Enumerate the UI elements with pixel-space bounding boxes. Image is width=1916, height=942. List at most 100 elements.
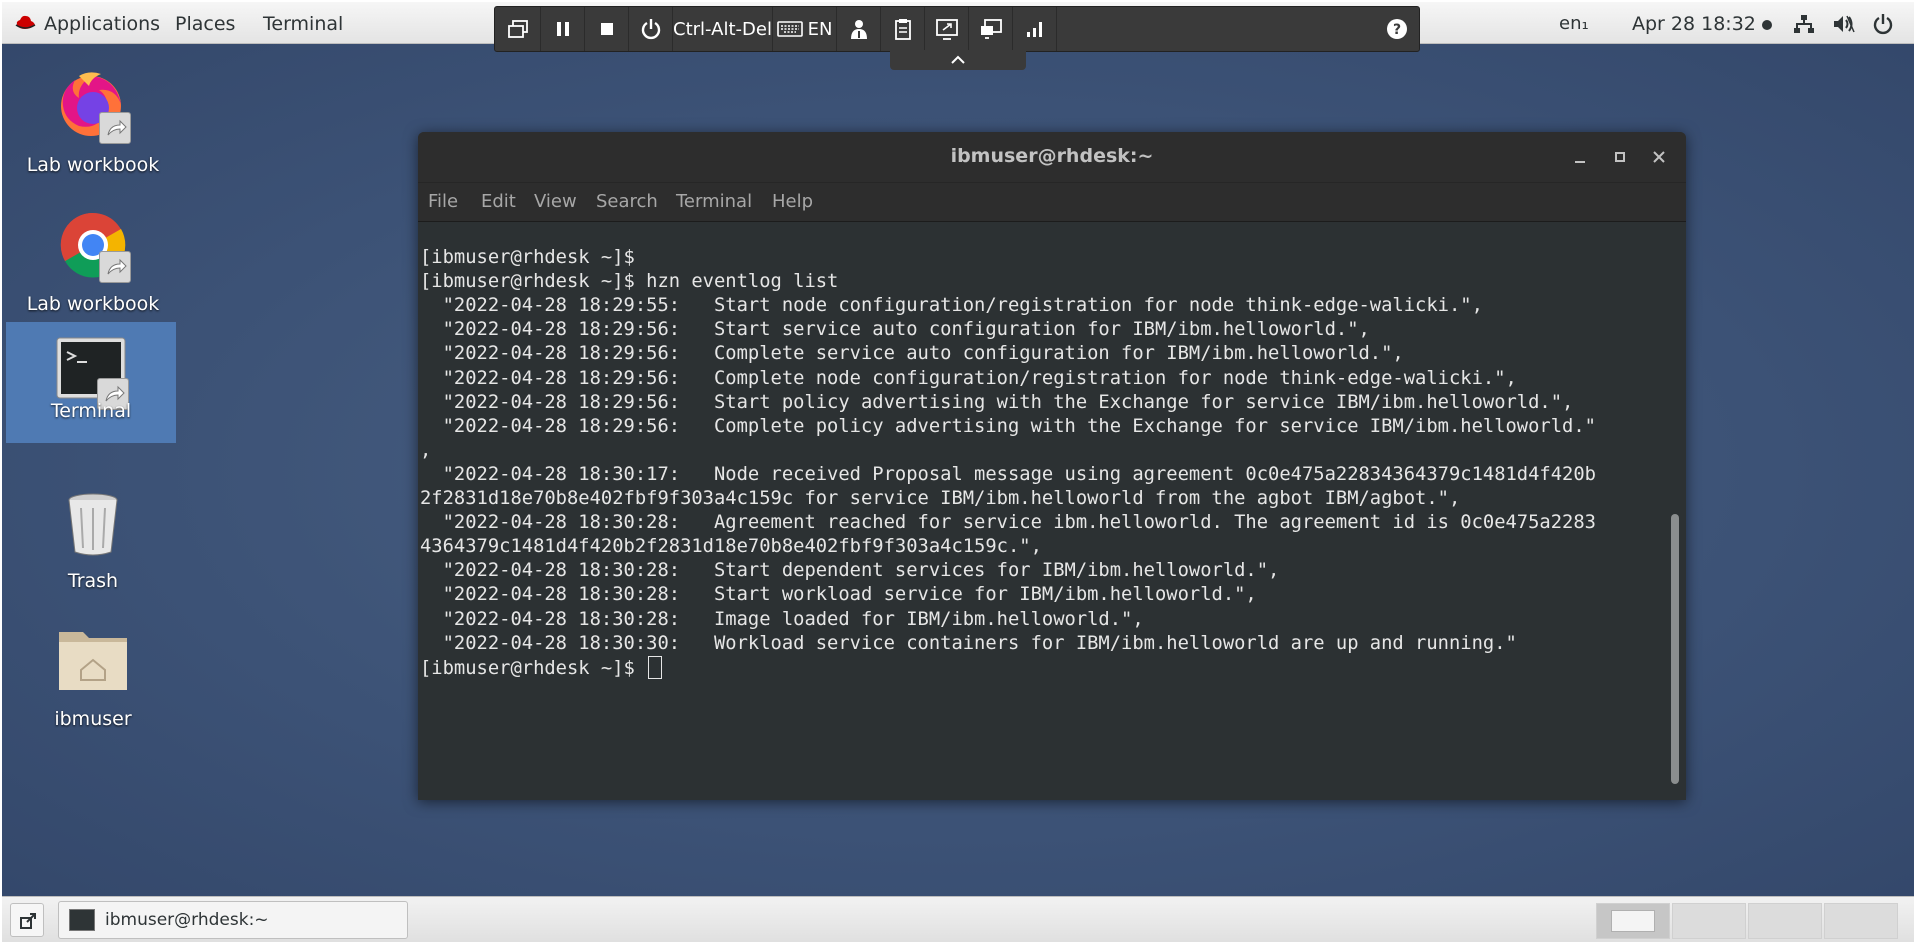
terminal-prompt: [ibmuser@rhdesk ~]$: [420, 657, 647, 679]
shortcut-badge-icon: [99, 251, 131, 283]
network-icon[interactable]: [1793, 13, 1815, 35]
power-icon: [641, 19, 660, 40]
terminal-line: "2022-04-28 18:30:17: Node received Prop…: [420, 463, 1596, 485]
terminal-line: "2022-04-28 18:29:56: Complete policy ad…: [420, 415, 1596, 437]
window-title: ibmuser@rhdesk:~: [950, 145, 1154, 167]
firefox-icon: [55, 68, 131, 144]
terminal-line: "2022-04-28 18:29:56: Start policy adver…: [420, 391, 1574, 413]
text-cursor: [648, 655, 663, 679]
terminal-menubar: File Edit View Search Terminal Help: [418, 182, 1686, 222]
menu-help[interactable]: Help: [772, 191, 813, 212]
pause-icon: [556, 22, 569, 36]
menu-view[interactable]: View: [534, 191, 577, 212]
trash-icon: [55, 484, 131, 560]
terminal-prompt-line[interactable]: [ibmuser@rhdesk ~]$: [420, 655, 1652, 681]
desktop-icon-label: ibmuser: [54, 708, 132, 730]
chrome-icon: [55, 207, 131, 283]
terminal-line: "2022-04-28 18:30:28: Start workload ser…: [420, 584, 1257, 606]
terminal-line: 2f2831d18e70b8e402fbf9f303a4c159c for se…: [420, 488, 1461, 510]
terminal-line: "2022-04-28 18:30:28: Image loaded for I…: [420, 608, 1144, 630]
vm-power-button[interactable]: [629, 7, 673, 51]
terminal-line: [ibmuser@rhdesk ~]$: [420, 247, 635, 269]
keyboard-language-button[interactable]: EN: [773, 7, 837, 51]
fullscreen-button[interactable]: [925, 7, 969, 51]
workspace-1[interactable]: [1596, 903, 1670, 939]
close-button[interactable]: [1645, 143, 1673, 171]
menu-search[interactable]: Search: [596, 191, 658, 212]
volume-icon[interactable]: [1832, 13, 1855, 35]
signal-bars-icon: [1026, 22, 1042, 37]
desktop-icon-label: Terminal: [50, 400, 132, 422]
svg-text:?: ?: [1393, 22, 1401, 38]
accessibility-button[interactable]: [837, 7, 881, 51]
places-menu[interactable]: Places: [175, 2, 235, 44]
notification-dot-icon: [1761, 19, 1772, 30]
keyboard-language-label: EN: [807, 18, 833, 40]
terminal-output-area[interactable]: [ibmuser@rhdesk ~]$ [ibmuser@rhdesk ~]$ h…: [418, 222, 1686, 800]
desktop-icon-label: Trash: [67, 570, 119, 592]
keyboard-icon: [776, 21, 803, 37]
bottom-panel: ibmuser@rhdesk:~: [2, 896, 1914, 942]
taskbar-item-label: ibmuser@rhdesk:~: [105, 910, 269, 930]
home-folder-icon: [55, 622, 131, 698]
help-icon: ?: [1387, 19, 1407, 39]
terminal-window[interactable]: ibmuser@rhdesk:~ File Edit View Search T…: [418, 132, 1686, 800]
workspace-3[interactable]: [1748, 903, 1822, 939]
terminal-app-menu[interactable]: Terminal: [263, 2, 343, 44]
terminal-line: "2022-04-28 18:29:56: Start service auto…: [420, 319, 1370, 341]
power-icon[interactable]: [1872, 13, 1894, 35]
minimize-button[interactable]: [1566, 143, 1594, 171]
terminal-line: [ibmuser@rhdesk ~]$ hzn eventlog list: [420, 271, 839, 293]
ctrl-alt-del-button[interactable]: Ctrl-Alt-Del: [673, 7, 773, 51]
chevron-up-icon: [951, 55, 965, 64]
show-desktop-button[interactable]: [10, 903, 44, 937]
terminal-titlebar[interactable]: ibmuser@rhdesk:~: [418, 132, 1686, 182]
scale-screen-button[interactable]: [969, 7, 1013, 51]
show-desktop-icon: [20, 913, 36, 929]
maximize-button[interactable]: [1606, 143, 1634, 171]
workspace-4[interactable]: [1824, 903, 1898, 939]
desktop-icon-home-folder[interactable]: ibmuser: [8, 606, 178, 754]
terminal-line: "2022-04-28 18:29:56: Complete node conf…: [420, 367, 1517, 389]
menu-terminal[interactable]: Terminal: [676, 191, 752, 212]
fullscreen-icon: [935, 19, 958, 40]
desktop-icon-terminal[interactable]: Terminal: [6, 322, 176, 443]
desktop[interactable]: Lab workbook Lab workbook Terminal Trash…: [2, 44, 1914, 896]
clipboard-button[interactable]: [881, 7, 925, 51]
desktop-icon-label: Lab workbook: [26, 154, 160, 176]
terminal-scrollbar[interactable]: [1671, 514, 1679, 784]
screens-icon: [980, 19, 1002, 39]
workspace-2[interactable]: [1672, 903, 1746, 939]
terminal-line: "2022-04-28 18:30:30: Workload service c…: [420, 632, 1517, 654]
terminal-line: "2022-04-28 18:29:56: Complete service a…: [420, 343, 1404, 365]
terminal-line: "2022-04-28 18:29:55: Start node configu…: [420, 295, 1483, 317]
workspace-window-thumbnail: [1611, 910, 1655, 932]
switch-window-button[interactable]: [495, 7, 541, 51]
desktop-icon-lab-workbook-firefox[interactable]: Lab workbook: [8, 52, 178, 200]
desktop-icon-trash[interactable]: Trash: [8, 468, 178, 616]
applications-menu[interactable]: Applications: [14, 2, 160, 44]
remote-console-toolbar: Ctrl-Alt-Del EN ?: [494, 6, 1420, 52]
stop-button[interactable]: [585, 7, 629, 51]
clipboard-icon: [894, 19, 911, 40]
windows-icon: [507, 20, 528, 38]
desktop-icon-lab-workbook-chrome[interactable]: Lab workbook: [8, 191, 178, 339]
taskbar-item-terminal[interactable]: ibmuser@rhdesk:~: [58, 901, 408, 939]
menu-file[interactable]: File: [428, 191, 458, 212]
terminal-icon: [69, 909, 95, 931]
terminal-icon: [53, 334, 129, 410]
pause-button[interactable]: [541, 7, 585, 51]
terminal-text: [ibmuser@rhdesk ~]$ [ibmuser@rhdesk ~]$ h…: [420, 222, 1652, 729]
connection-quality-button[interactable]: [1013, 7, 1057, 51]
clock-text: Apr 28 18:32: [1632, 13, 1756, 35]
terminal-line: 4364379c1481d4f420b2f2831d18e70b8e402fbf…: [420, 536, 1042, 558]
terminal-line: "2022-04-28 18:30:28: Start dependent se…: [420, 560, 1280, 582]
shortcut-badge-icon: [99, 112, 131, 144]
keyboard-layout-indicator[interactable]: en₁: [1559, 2, 1589, 44]
toolbar-collapse-tab[interactable]: [890, 50, 1026, 70]
clock[interactable]: Apr 28 18:32: [1632, 2, 1772, 44]
menu-edit[interactable]: Edit: [481, 191, 516, 212]
help-button[interactable]: ?: [1375, 7, 1419, 51]
redhat-logo-icon: [14, 3, 36, 47]
user-key-icon: [850, 20, 867, 39]
